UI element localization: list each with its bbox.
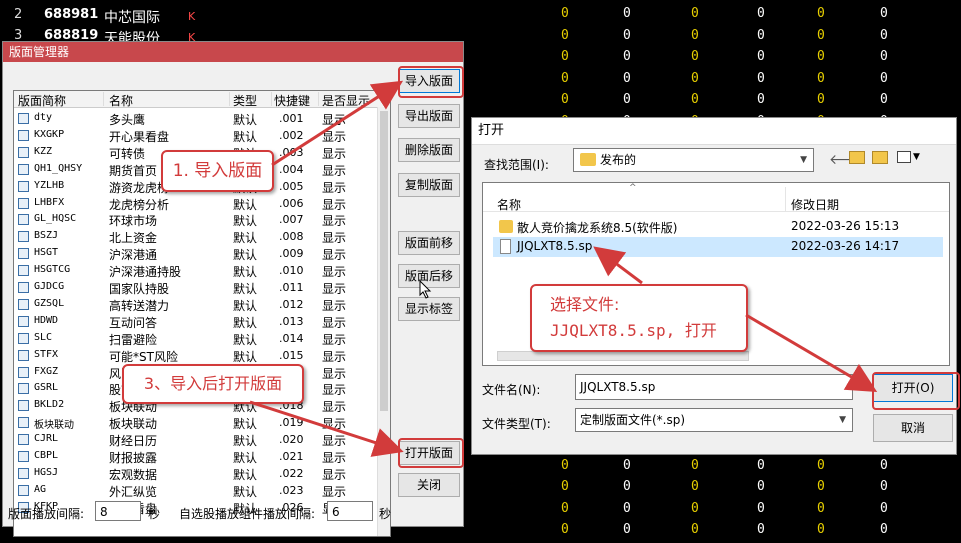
arrow-to-file (593, 246, 643, 285)
annotation-arrows (249, 80, 878, 457)
arrow-to-open-layout (249, 400, 404, 457)
arrow-to-import (271, 80, 404, 167)
arrow-to-open-file (745, 313, 878, 393)
